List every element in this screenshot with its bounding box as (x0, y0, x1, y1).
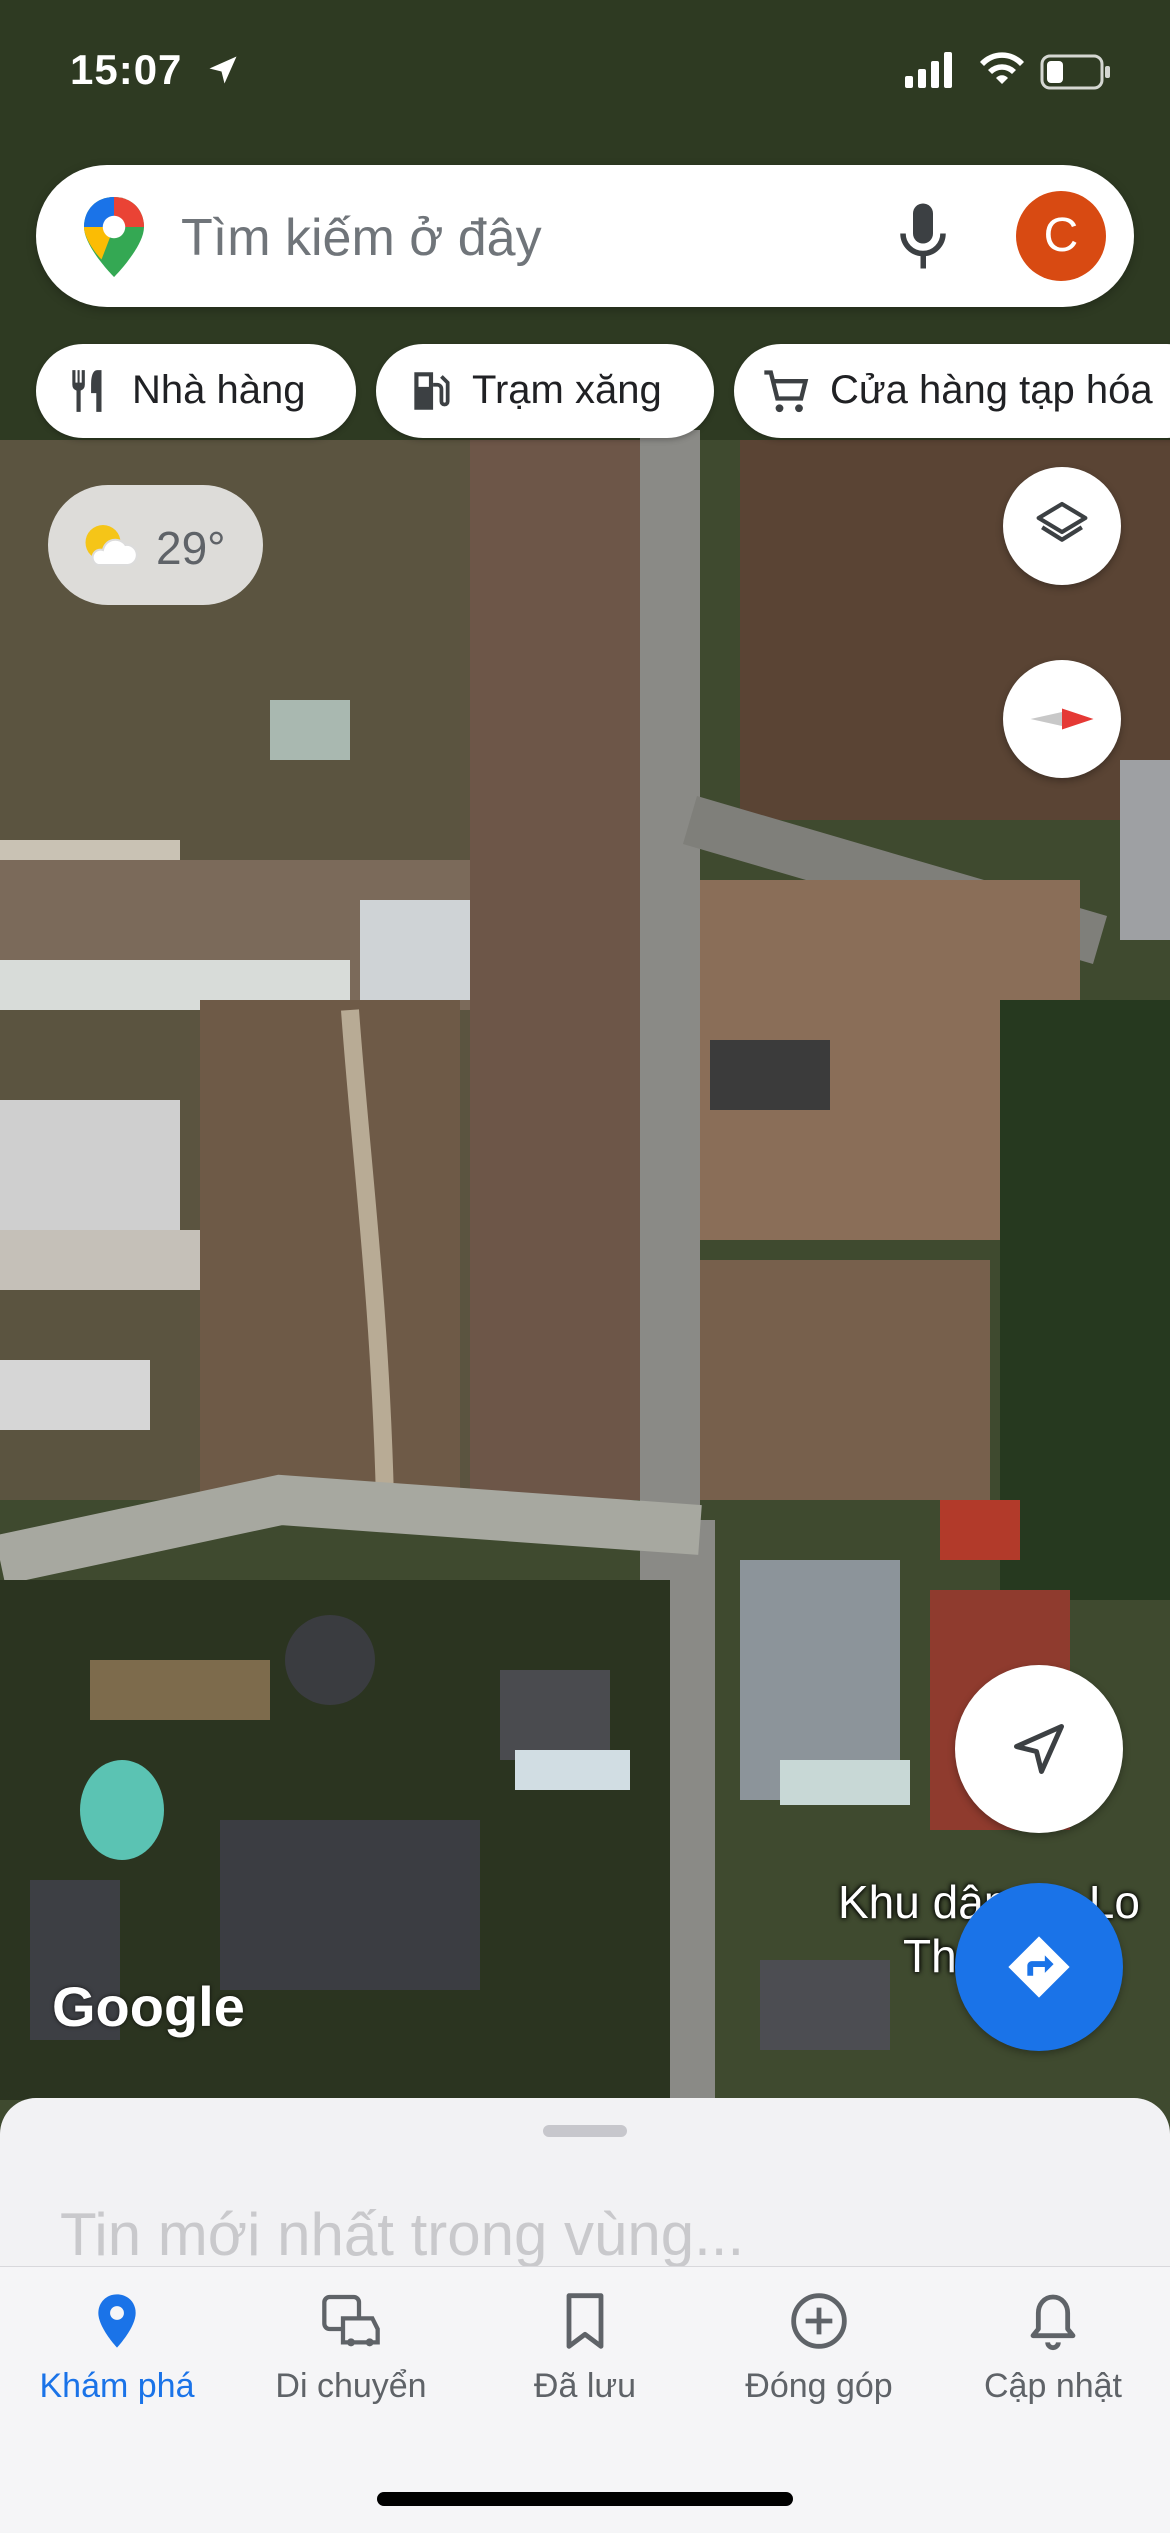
tab-updates[interactable]: Cập nhật (936, 2267, 1170, 2467)
partly-sunny-icon (85, 525, 138, 566)
layers-icon (1036, 501, 1088, 542)
my-location-button[interactable] (955, 1665, 1123, 1833)
compass-button[interactable] (1003, 660, 1121, 778)
navigation-arrow-icon (1014, 1724, 1064, 1774)
restaurant-icon (72, 370, 102, 412)
wifi-icon (980, 52, 1024, 84)
tab-label: Cập nhật (984, 2367, 1122, 2405)
layers-button[interactable] (1003, 467, 1121, 585)
battery-icon (1040, 54, 1110, 90)
status-bar: 15:07 (0, 0, 1170, 140)
search-bar[interactable]: Tìm kiếm ở đây C (36, 165, 1134, 307)
commute-icon (322, 2294, 380, 2347)
google-maps-pin-icon (84, 197, 144, 277)
chip-gas-stations[interactable]: Trạm xăng (376, 344, 714, 438)
chip-label: Trạm xăng (472, 368, 662, 412)
tab-explore[interactable]: Khám phá (0, 2267, 234, 2467)
microphone-icon[interactable] (898, 201, 948, 271)
bookmark-icon (566, 2293, 604, 2349)
tab-label: Khám phá (39, 2367, 195, 2405)
weather-temperature: 29° (156, 522, 226, 574)
google-attribution: Google (52, 1975, 245, 2038)
tab-commute[interactable]: Di chuyển (234, 2267, 468, 2467)
shopping-cart-icon (764, 370, 809, 413)
bell-icon (1030, 2294, 1076, 2350)
chip-grocery[interactable]: Cửa hàng tạp hóa (734, 344, 1170, 438)
directions-button[interactable] (955, 1883, 1123, 2051)
chip-restaurants[interactable]: Nhà hàng (36, 344, 356, 438)
tab-saved[interactable]: Đã lưu (468, 2267, 702, 2467)
cellular-signal-icon (905, 52, 952, 88)
search-input[interactable]: Tìm kiếm ở đây (181, 208, 542, 268)
explore-pin-icon (98, 2294, 136, 2348)
tab-label: Đóng góp (745, 2367, 893, 2405)
chip-label: Cửa hàng tạp hóa (830, 368, 1153, 412)
chip-label: Nhà hàng (132, 368, 306, 412)
directions-icon (1008, 1936, 1070, 1998)
status-time: 15:07 (70, 46, 183, 93)
sheet-drag-handle[interactable] (543, 2125, 627, 2137)
tab-label: Di chuyển (275, 2367, 427, 2405)
account-avatar[interactable]: C (1016, 191, 1106, 281)
add-circle-icon (791, 2293, 847, 2349)
gas-station-icon (414, 372, 450, 410)
sheet-title: Tin mới nhất trong vùng... (60, 2201, 745, 2268)
weather-pill[interactable]: 29° (48, 485, 263, 605)
tab-contribute[interactable]: Đóng góp (702, 2267, 936, 2467)
compass-icon (1030, 708, 1094, 730)
tab-label: Đã lưu (533, 2367, 637, 2405)
location-arrow-icon (209, 56, 237, 84)
home-indicator[interactable] (377, 2492, 793, 2506)
